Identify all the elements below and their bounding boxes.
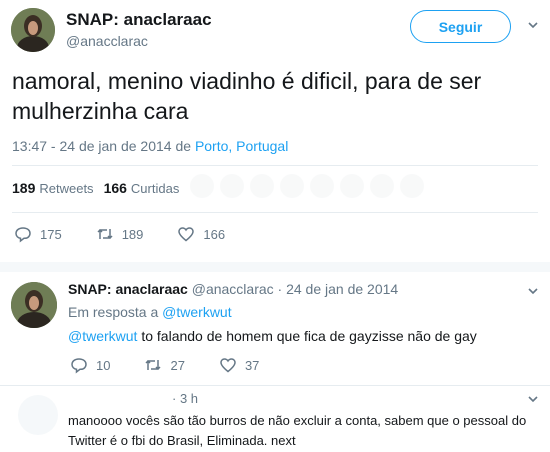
reply-actions: 10 27 37 (70, 356, 293, 374)
display-name[interactable]: SNAP: anaclaraac (68, 281, 188, 297)
main-tweet-header: SNAP: anaclaraac @anacclarac Seguir (0, 0, 550, 60)
retweet-icon (145, 359, 161, 371)
likes-label: Curtidas (130, 181, 180, 196)
reply-icon (15, 227, 31, 243)
avatar[interactable] (11, 8, 55, 52)
tweet-text: manoooo vocês são tão burros de não excl… (68, 413, 527, 448)
divider (12, 165, 538, 166)
liker-avatar (370, 174, 394, 198)
in-reply-to: Em resposta a @twerkwut (68, 304, 232, 320)
tweet-stats: 189 Retweets 166 Curtidas (12, 180, 179, 196)
follow-button[interactable]: Seguir (410, 10, 511, 43)
liker-avatar (280, 174, 304, 198)
liker-avatar (190, 174, 214, 198)
user-handle[interactable]: @anacclarac (66, 33, 148, 49)
avatar[interactable] (18, 395, 58, 435)
heart-icon (220, 358, 236, 373)
liker-avatars (190, 174, 450, 200)
liker-avatar (340, 174, 364, 198)
liker-avatar (220, 174, 244, 198)
retweets-stat[interactable]: 189 Retweets (12, 180, 94, 196)
retweet-count: 27 (170, 357, 185, 373)
avatar[interactable] (11, 282, 57, 328)
liker-avatar (400, 174, 424, 198)
tweet-actions: 175 189 166 (14, 225, 259, 243)
location-link[interactable]: Porto, Portugal (195, 138, 288, 154)
timestamp-text[interactable]: 13:47 - 24 de jan de 2014 de (12, 138, 195, 154)
chevron-down-icon[interactable] (528, 394, 538, 404)
reply-action[interactable]: 175 (14, 225, 62, 243)
reply-body: to falando de homem que fica de gayzisse… (137, 328, 477, 344)
chevron-down-icon[interactable] (528, 286, 538, 296)
reply-count: 175 (40, 226, 62, 242)
retweet-icon (97, 228, 113, 240)
chevron-down-icon[interactable] (528, 20, 538, 30)
retweets-count: 189 (12, 180, 36, 196)
tweet-timestamp: 13:47 - 24 de jan de 2014 de Porto, Port… (12, 138, 288, 154)
section-separator (0, 262, 550, 272)
tweet-time[interactable]: · 3 h (172, 391, 198, 406)
display-name[interactable]: SNAP: anaclaraac (66, 10, 212, 30)
profile-photo (11, 8, 55, 52)
handle-and-time[interactable]: @anacclarac · 24 de jan de 2014 (192, 281, 398, 297)
liker-avatar (250, 174, 274, 198)
reply-action[interactable]: 10 (70, 356, 110, 374)
divider (0, 385, 550, 386)
divider (12, 212, 538, 213)
reply-count: 10 (96, 357, 111, 373)
reply-icon (71, 358, 87, 374)
retweets-label: Retweets (39, 181, 94, 196)
profile-photo (11, 282, 57, 328)
retweet-action[interactable]: 27 (144, 356, 185, 374)
reply-text: @twerkwut to falando de homem que fica d… (68, 328, 477, 344)
likes-count: 166 (103, 180, 127, 196)
retweet-action[interactable]: 189 (96, 225, 144, 243)
retweet-count: 189 (121, 226, 144, 242)
tweet-text: namoral, menino viadinho é dificil, para… (12, 68, 482, 124)
likes-stat[interactable]: 166 Curtidas (104, 180, 180, 196)
reply-prefix: Em resposta a (68, 304, 163, 320)
like-count: 166 (203, 226, 226, 242)
like-action[interactable]: 37 (219, 356, 259, 374)
reply-header: SNAP: anaclaraac @anacclarac · 24 de jan… (68, 281, 398, 297)
like-action[interactable]: 166 (177, 225, 225, 243)
like-count: 37 (244, 357, 260, 373)
heart-icon (178, 227, 195, 242)
liker-avatar (310, 174, 334, 198)
mention-link[interactable]: @twerkwut (68, 328, 137, 344)
reply-to-link[interactable]: @twerkwut (162, 304, 231, 320)
